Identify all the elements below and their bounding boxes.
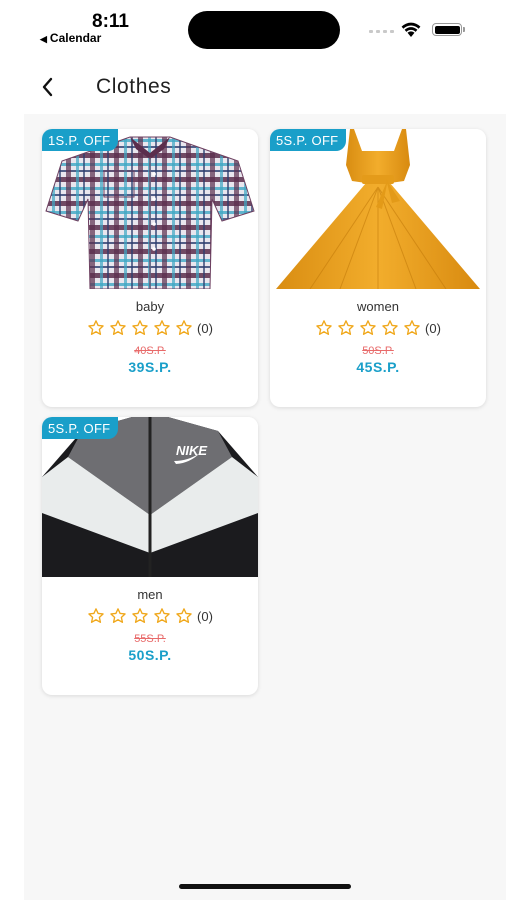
star-outline-icon [382, 320, 398, 335]
back-arrow-icon[interactable] [36, 72, 62, 102]
new-price: 39S.P. [128, 359, 172, 375]
star-outline-icon [360, 320, 376, 335]
discount-badge: 5S.P. OFF [42, 417, 119, 439]
product-name: baby [135, 299, 165, 314]
product-card[interactable]: 5S.P. OFF women (0) 50S.P. 45S.P. [270, 129, 486, 407]
rating-count: (0) [425, 320, 441, 336]
wifi-icon [401, 22, 421, 37]
star-outline-icon [338, 320, 354, 335]
dynamic-island [188, 11, 340, 49]
nike-logo-text: NIKE [176, 443, 207, 458]
star-rating[interactable]: (0) [270, 319, 486, 337]
product-name: women [357, 299, 399, 314]
star-outline-icon [110, 608, 126, 623]
app-header: Clothes [0, 58, 507, 116]
product-grid: 1S.P. OFF baby (0) 40S.P. 39S.P. 5S.P. O… [24, 114, 506, 900]
star-outline-icon [176, 608, 192, 623]
back-app-label: Calendar [49, 31, 102, 45]
star-outline-icon [88, 608, 104, 623]
star-outline-icon [110, 320, 126, 335]
plaid-shirt-image [45, 136, 255, 289]
status-time: 8:11 [92, 11, 129, 32]
home-indicator[interactable] [179, 884, 351, 889]
star-outline-icon [316, 320, 332, 335]
product-name: men [137, 587, 163, 602]
back-to-app-link[interactable]: ◀ Calendar [40, 31, 101, 45]
star-outline-icon [154, 320, 170, 335]
cellular-signal-icon [369, 30, 394, 33]
star-outline-icon [154, 608, 170, 623]
old-price: 40S.P. [134, 345, 166, 357]
product-card[interactable]: NIKE 5S.P. OFF men (0) 55S.P. 50S.P. [42, 417, 258, 695]
rating-count: (0) [197, 320, 213, 336]
page-title: Clothes [96, 75, 172, 98]
product-card[interactable]: 1S.P. OFF baby (0) 40S.P. 39S.P. [42, 129, 258, 407]
product-image [270, 129, 486, 289]
star-outline-icon [132, 608, 148, 623]
star-outline-icon [176, 320, 192, 335]
star-rating[interactable]: (0) [42, 319, 258, 337]
back-triangle-icon: ◀ [40, 34, 47, 44]
product-image: NIKE [42, 417, 258, 577]
discount-badge: 5S.P. OFF [270, 129, 347, 151]
star-outline-icon [88, 320, 104, 335]
old-price: 50S.P. [362, 345, 394, 357]
old-price: 55S.P. [134, 633, 166, 645]
star-outline-icon [404, 320, 420, 335]
nike-jacket-image: NIKE [42, 417, 258, 577]
battery-icon [432, 23, 465, 36]
rating-count: (0) [197, 608, 213, 624]
product-image [42, 129, 258, 289]
new-price: 45S.P. [356, 359, 400, 375]
yellow-dress-image [276, 129, 480, 289]
new-price: 50S.P. [128, 647, 172, 663]
star-outline-icon [132, 320, 148, 335]
discount-badge: 1S.P. OFF [42, 129, 119, 151]
star-rating[interactable]: (0) [42, 607, 258, 625]
status-bar: 8:11 ◀ Calendar [0, 0, 507, 56]
